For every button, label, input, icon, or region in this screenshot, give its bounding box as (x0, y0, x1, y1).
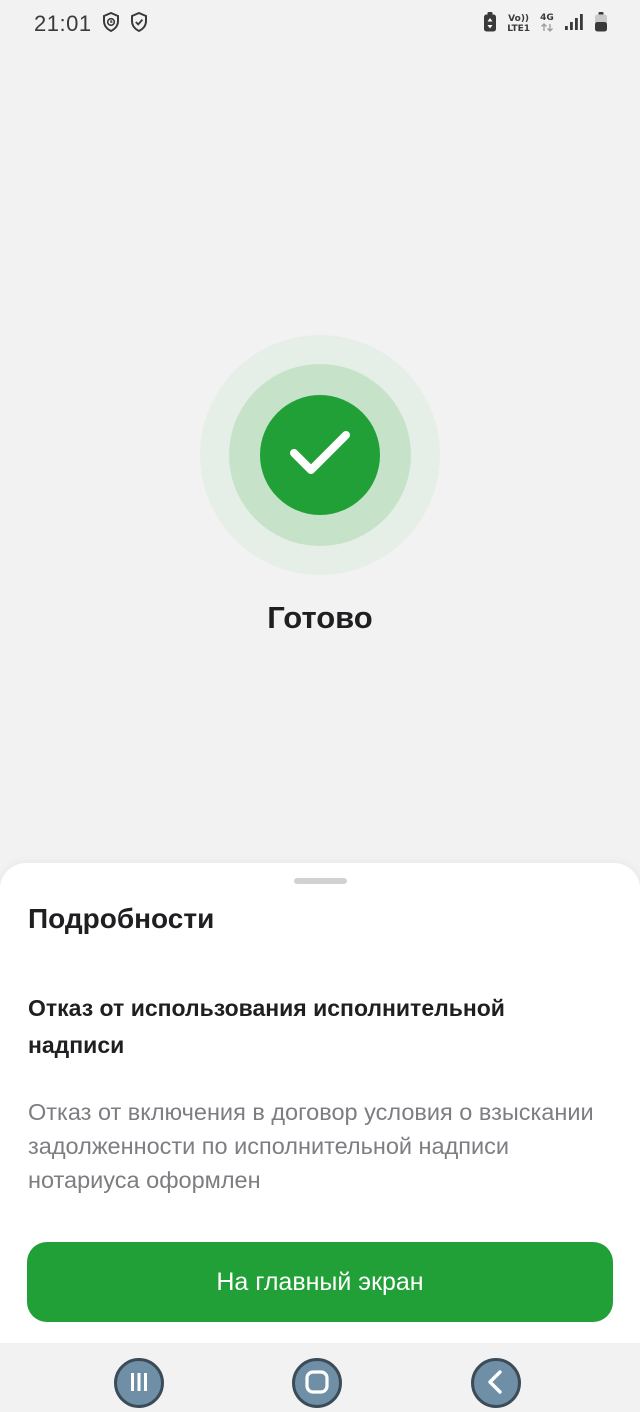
shield-clock-icon (102, 11, 120, 37)
back-button[interactable] (471, 1358, 521, 1408)
status-right: Vo)) LTE1 4G (483, 11, 608, 38)
status-left: 21:01 (34, 11, 148, 37)
lte-label: LTE1 (507, 24, 530, 34)
volte-label: Vo)) (508, 14, 530, 24)
shield-check-icon (130, 11, 148, 37)
recents-icon (127, 1371, 151, 1396)
data-arrows-icon (540, 23, 554, 35)
home-icon (304, 1369, 330, 1398)
operation-description: Отказ от включения в договор условия о в… (28, 1099, 594, 1193)
navigation-bar (0, 1343, 640, 1412)
back-icon (484, 1369, 508, 1398)
details-sheet: Подробности Отказ от использования испол… (0, 863, 640, 1343)
status-time: 21:01 (34, 11, 92, 36)
recents-button[interactable] (114, 1358, 164, 1408)
network-type-indicator: 4G (540, 13, 554, 35)
operation-title: Отказ от использования исполнительной на… (28, 995, 505, 1058)
battery-saver-icon (483, 11, 497, 38)
volte-indicator: Vo)) LTE1 (507, 14, 530, 34)
success-circle (260, 395, 380, 515)
home-screen-button[interactable]: На главный экран (27, 1242, 613, 1322)
network-type-label: 4G (540, 13, 554, 23)
details-title: Подробности (28, 903, 215, 934)
status-bar: 21:01 Vo)) LTE1 4G (0, 0, 640, 48)
result-title: Готово (267, 600, 373, 635)
check-icon (288, 429, 352, 482)
signal-icon (564, 13, 584, 36)
home-button[interactable] (292, 1358, 342, 1408)
sheet-drag-handle[interactable] (294, 878, 347, 884)
battery-icon (594, 11, 608, 38)
success-emblem (200, 335, 440, 575)
